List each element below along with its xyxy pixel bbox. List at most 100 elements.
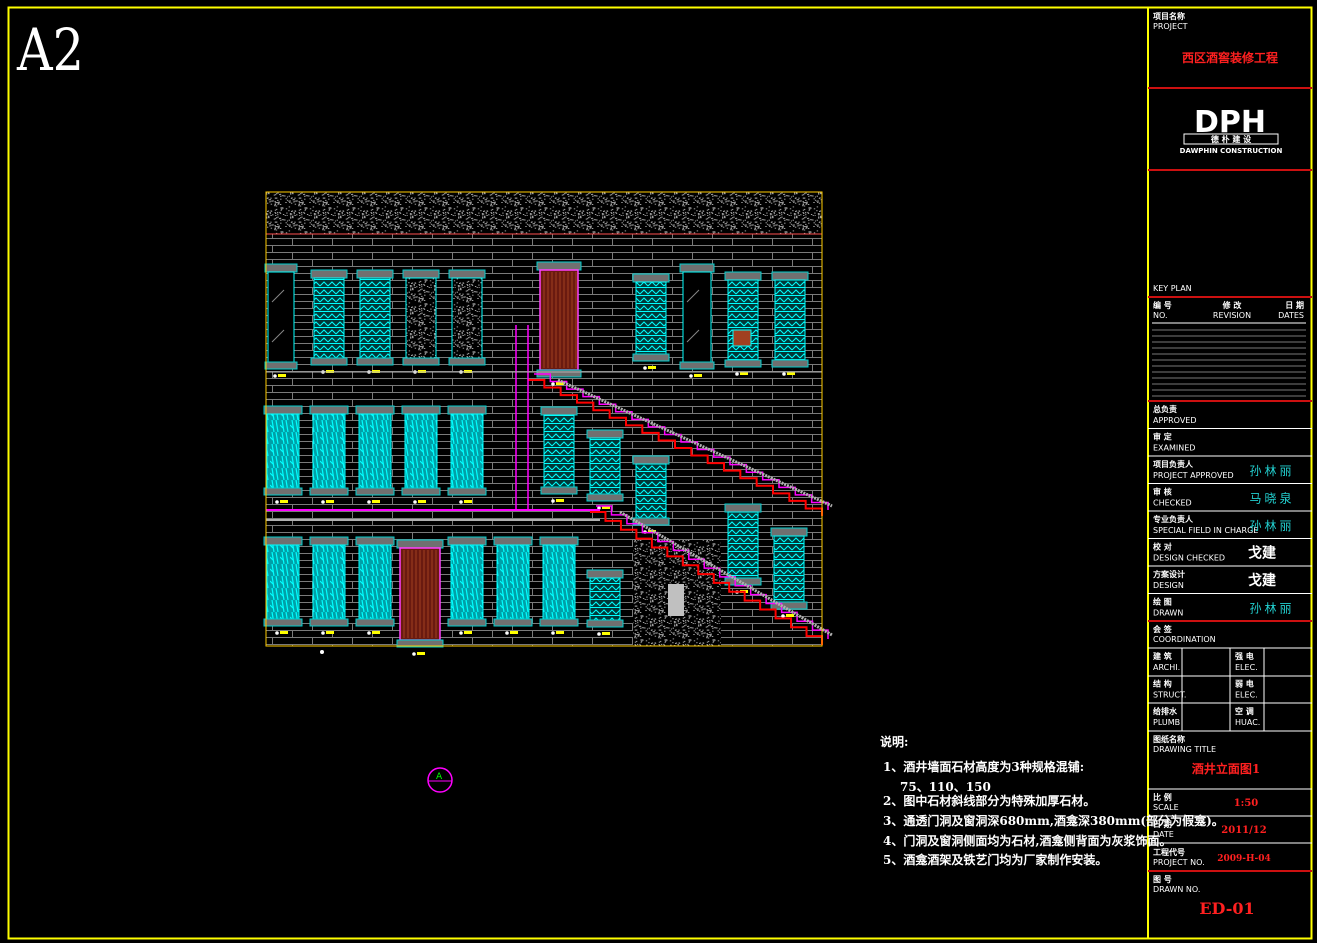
door [396,539,444,656]
svg-text:工程代号: 工程代号 [1153,847,1185,857]
svg-text:德 朴 建 设: 德 朴 建 设 [1211,134,1251,144]
svg-text:给排水: 给排水 [1153,706,1178,716]
notes-heading: 说明: [880,734,908,749]
svg-text:结 构: 结 构 [1153,679,1172,689]
svg-text:空 调: 空 调 [1235,706,1254,716]
svg-text:SCALE: SCALE [1153,803,1179,812]
svg-text:项目名称: 项目名称 [1153,11,1185,21]
section-marker[interactable]: A [427,767,453,793]
signature: 孙林丽 [1249,602,1294,616]
wine-niche [724,271,762,376]
wine-niche [632,455,670,534]
signoff-table: 总负责 APPROVED 审 定 EXAMINED 项目负责人 PROJECT APPRO… [1148,404,1312,618]
svg-text:审 定: 审 定 [1153,432,1172,442]
svg-text:EXAMINED: EXAMINED [1153,444,1195,453]
svg-text:弱 电: 弱 电 [1235,679,1254,689]
svg-text:STRUCT.: STRUCT. [1153,691,1186,700]
section-letter: A [436,772,443,782]
svg-text:ELEC.: ELEC. [1235,691,1258,700]
svg-text:项目负责人: 项目负责人 [1153,459,1194,469]
wine-niche [356,269,394,374]
signoff-row: 项目负责人 PROJECT APPROVED 孙林丽 [1148,455,1312,480]
svg-text:总负责: 总负责 [1153,404,1177,414]
svg-text:校 对: 校 对 [1153,542,1172,552]
signature: 戈建 [1248,545,1276,562]
signature: 马晓泉 [1249,492,1294,506]
note-item: 5、酒龛酒架及铁艺门均为厂家制作安装。 [883,852,1107,867]
svg-text:方案设计: 方案设计 [1153,569,1185,579]
wine-well-elevation [263,191,833,656]
wine-niche [355,405,395,504]
signoff-row: 总负责 APPROVED [1153,404,1197,425]
company-logo: DPH 德 朴 建 设 DAWPHIN CONSTRUCTION [1180,105,1283,155]
svg-text:绘 图: 绘 图 [1153,597,1172,607]
note-item: 75、110、150 [900,780,991,794]
wine-niche [310,269,348,374]
svg-text:编 号: 编 号 [1153,300,1172,310]
svg-text:PROJECT APPROVED: PROJECT APPROVED [1153,471,1234,480]
svg-text:DESIGN: DESIGN [1153,581,1184,590]
svg-text:建 筑: 建 筑 [1152,651,1172,661]
wine-niche [540,406,578,503]
wine-niche [586,429,624,510]
svg-text:DRAWN: DRAWN [1153,609,1183,618]
note-item: 2、图中石材斜线部分为特殊加厚石材。 [883,793,1095,808]
svg-text:日 期: 日 期 [1153,819,1172,829]
signoff-row: 审 定 EXAMINED [1148,428,1312,453]
wine-niche [309,536,349,635]
drawing-number: ED-01 [1199,899,1254,918]
svg-text:图 号: 图 号 [1153,875,1172,884]
svg-text:KEY PLAN: KEY PLAN [1153,284,1192,293]
wine-niche [539,536,579,635]
svg-text:强 电: 强 电 [1235,651,1254,661]
access-panel [668,584,684,616]
revision-table [1152,322,1306,397]
signoff-row: 审 核 CHECKED 马晓泉 [1148,483,1312,508]
wine-niche [355,536,395,635]
wine-niche [632,273,670,370]
svg-text:审 核: 审 核 [1153,487,1172,497]
wine-niche [493,536,533,635]
svg-text:DAWPHIN CONSTRUCTION: DAWPHIN CONSTRUCTION [1180,147,1283,155]
wine-niche [264,263,298,378]
svg-text:修 改: 修 改 [1222,300,1243,310]
wine-niche [447,405,487,504]
stucco-band [266,192,822,234]
scale-value: 1:50 [1234,798,1259,809]
svg-text:会 签: 会 签 [1153,624,1173,634]
signature: 戈建 [1248,572,1276,589]
svg-text:PROJECT NO.: PROJECT NO. [1153,858,1205,867]
date-value: 2011/12 [1221,825,1266,836]
sheet-size-label: A2 [16,16,84,84]
svg-text:DESIGN CHECKED: DESIGN CHECKED [1153,554,1225,563]
svg-text:DATE: DATE [1153,830,1174,839]
project-name: 西区酒窖装修工程 [1182,50,1278,65]
signoff-row: 专业负责人 SPECIAL FIELD IN CHARGE孙林丽 [1148,510,1312,535]
wine-niche [309,405,349,504]
drawing-title: 酒井立面图1 [1192,761,1260,776]
svg-text:DRAWN NO.: DRAWN NO. [1153,885,1200,894]
svg-text:COORDINATION: COORDINATION [1153,635,1216,644]
svg-text:比 例: 比 例 [1153,792,1172,802]
wine-niche [402,269,440,374]
svg-text:APPROVED: APPROVED [1153,416,1197,425]
project-no-value: 2009-H-04 [1217,854,1271,864]
wine-niche [724,503,762,594]
svg-text:专业负责人: 专业负责人 [1153,514,1194,524]
svg-text:图纸名称: 图纸名称 [1153,734,1185,744]
wine-niche [401,405,441,504]
wine-niche [586,569,624,636]
svg-text:CHECKED: CHECKED [1153,499,1192,508]
signature: 孙林丽 [1249,464,1294,478]
svg-text:PROJECT: PROJECT [1153,22,1188,31]
signoff-row: 校 对 DESIGN CHECKED 戈建 [1148,538,1312,563]
door [536,261,582,386]
signoff-row: 绘 图 DRAWN 孙林丽 [1148,593,1312,618]
svg-text:NO.: NO. [1153,311,1168,320]
cad-sheet: A2 A 说明: 1、酒井墙面石材高度为3种规格混铺: 75、110、150 2… [7,6,1313,940]
signature: 孙林丽 [1249,519,1294,533]
svg-text:HUAC.: HUAC. [1235,718,1260,727]
signoff-row: 方案设计 DESIGN 戈建 [1148,565,1312,590]
note-item: 4、门洞及窗洞侧面均为石材,酒龛侧背面为灰浆饰面。 [883,833,1172,848]
svg-text:ARCHI.: ARCHI. [1153,663,1180,672]
